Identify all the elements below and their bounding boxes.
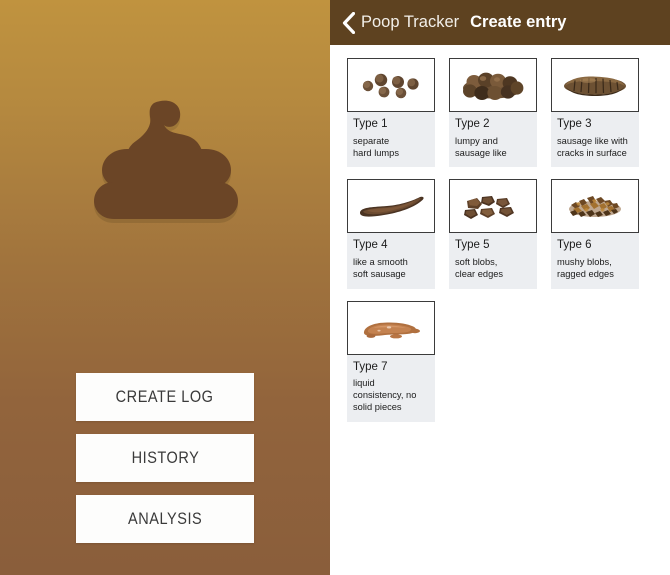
poop-logo <box>0 92 330 232</box>
stool-type-caption: Type 5 soft blobs, clear edges <box>449 233 537 289</box>
stool-type-caption: Type 7 liquid consistency, no solid piec… <box>347 354 435 423</box>
liquid-illustration <box>347 300 435 355</box>
soft-blobs-illustration <box>449 179 537 234</box>
stool-type-card[interactable]: Type 5 soft blobs, clear edges <box>449 179 537 289</box>
page-title: Create entry <box>470 13 567 31</box>
stool-type-caption: Type 6 mushy blobs, ragged edges <box>551 233 639 289</box>
stool-type-card[interactable]: Type 1 separate hard lumps <box>347 58 435 168</box>
stool-type-description: liquid consistency, no solid pieces <box>353 378 417 413</box>
stool-type-caption: Type 3 sausage like with cracks in surfa… <box>551 112 639 168</box>
stool-type-label: Type 3 <box>557 118 592 130</box>
analysis-button[interactable]: ANALYSIS <box>76 495 254 543</box>
home-button-group: CREATE LOG HISTORY ANALYSIS <box>76 373 254 543</box>
stool-type-label: Type 5 <box>455 239 490 252</box>
stool-type-label: Type 6 <box>557 239 592 252</box>
mushy-blobs-illustration <box>551 179 639 234</box>
stool-type-label: Type 1 <box>353 118 388 130</box>
smooth-sausage-illustration <box>347 179 435 234</box>
separate-hard-lumps-illustration <box>347 58 435 112</box>
stool-type-description: sausage like with cracks in surface <box>557 135 628 158</box>
history-button-label: HISTORY <box>131 448 199 467</box>
stool-type-card[interactable]: Type 2 lumpy and sausage like <box>449 58 537 168</box>
titlebar: Poop Tracker Create entry <box>330 0 670 45</box>
stool-type-grid: Type 1 separate hard lumps Type 2 lumpy … <box>347 45 644 434</box>
cracked-sausage-illustration <box>551 58 639 112</box>
stool-type-description: mushy blobs, ragged edges <box>557 257 614 279</box>
stool-type-label: Type 7 <box>353 360 388 373</box>
stool-type-label: Type 4 <box>353 239 388 252</box>
analysis-button-label: ANALYSIS <box>127 509 203 528</box>
stool-type-description: like a smooth soft sausage <box>353 257 408 279</box>
stool-type-caption: Type 2 lumpy and sausage like <box>449 112 537 168</box>
stool-type-description: soft blobs, clear edges <box>455 257 504 279</box>
stool-type-description: separate hard lumps <box>353 135 399 158</box>
chevron-left-icon[interactable] <box>342 11 355 34</box>
stool-type-caption: Type 1 separate hard lumps <box>347 112 435 168</box>
lumpy-sausage-illustration <box>449 58 537 112</box>
history-button[interactable]: HISTORY <box>76 434 254 482</box>
create-log-button[interactable]: CREATE LOG <box>76 373 254 421</box>
create-log-button-label: CREATE LOG <box>116 387 214 406</box>
stool-type-label: Type 2 <box>455 118 490 130</box>
create-entry-screen: Poop Tracker Create entry Type 1 separat… <box>330 0 670 575</box>
stool-type-description: lumpy and sausage like <box>455 135 507 158</box>
stool-type-caption: Type 4 like a smooth soft sausage <box>347 233 435 289</box>
stool-type-card[interactable]: Type 4 like a smooth soft sausage <box>347 179 435 289</box>
stool-type-card[interactable]: Type 7 liquid consistency, no solid piec… <box>347 300 435 423</box>
stool-type-card[interactable]: Type 6 mushy blobs, ragged edges <box>551 179 639 289</box>
app-root: CREATE LOG HISTORY ANALYSIS Poop Tracker… <box>0 0 670 575</box>
stool-type-card[interactable]: Type 3 sausage like with cracks in surfa… <box>551 58 639 168</box>
home-screen: CREATE LOG HISTORY ANALYSIS <box>0 0 330 575</box>
app-name-label[interactable]: Poop Tracker <box>361 13 459 32</box>
